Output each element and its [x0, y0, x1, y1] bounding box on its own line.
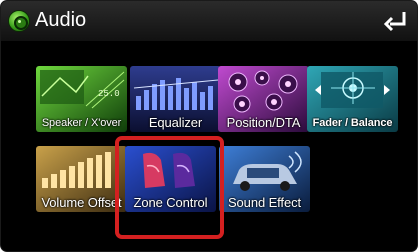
sound-effect-button[interactable]: Sound Effect	[219, 146, 310, 212]
tile-label: Volume Offset	[41, 195, 122, 210]
back-button[interactable]	[381, 7, 411, 35]
speaker-xover-button[interactable]: 25.0 Speaker / X'over	[36, 66, 127, 132]
tile-label: Sound Effect	[227, 195, 301, 210]
position-dta-button[interactable]: Position/DTA	[218, 66, 309, 132]
tile-label: Speaker / X'over	[41, 117, 122, 129]
equalizer-button[interactable]: Equalizer	[130, 66, 221, 132]
back-arrow-icon	[383, 12, 406, 32]
page-title: Audio	[35, 9, 87, 31]
audio-screen: Audio 25.0 Speaker / X'over Equalizer Po…	[0, 0, 418, 252]
volume-offset-button[interactable]: Volume Offset	[36, 146, 127, 212]
fader-balance-button[interactable]: Fader / Balance	[307, 66, 398, 132]
tile-label: Position/DTA	[226, 115, 301, 130]
tile-label: Equalizer	[148, 115, 203, 130]
tile-label: Fader / Balance	[312, 117, 393, 129]
audio-disc-icon	[8, 10, 30, 32]
header-bar: Audio	[1, 1, 417, 41]
zone-control-highlight	[115, 136, 224, 239]
svg-text:25.0: 25.0	[98, 89, 120, 99]
